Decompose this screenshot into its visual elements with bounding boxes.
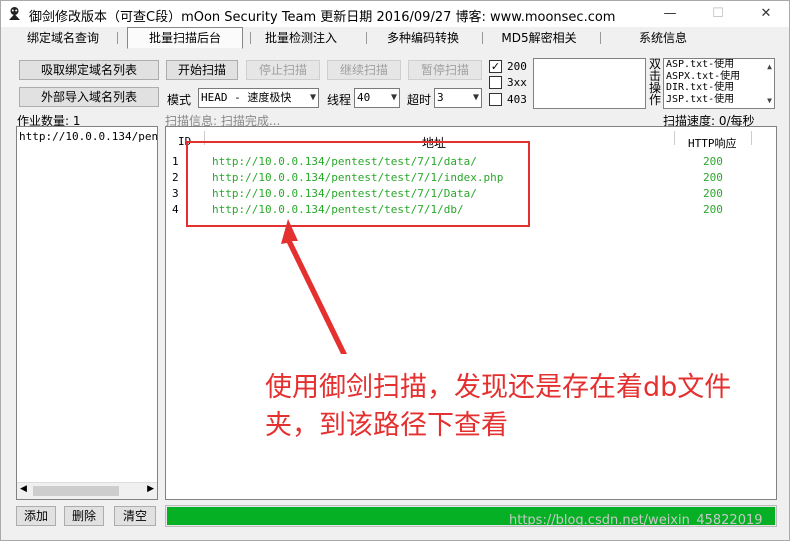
- delete-button[interactable]: 删除: [64, 506, 104, 526]
- annotation-arrow-icon: [281, 219, 347, 354]
- clear-button[interactable]: 清空: [114, 506, 156, 526]
- annotation-text: 使用御剑扫描，发现还是存在着db文件夹，到该路径下查看: [265, 372, 732, 441]
- add-button[interactable]: 添加: [16, 506, 56, 526]
- watermark: https://blog.csdn.net/weixin_45822019: [509, 513, 763, 528]
- app-window: 御剑修改版本（可查C段）mOon Security Team 更新日期 2016…: [0, 0, 790, 541]
